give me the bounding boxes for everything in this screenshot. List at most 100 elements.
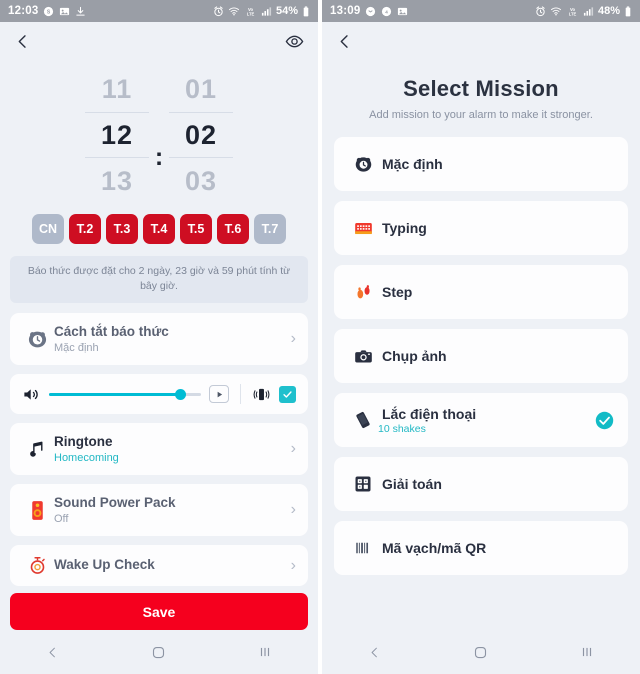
- mission-typing-label: Typing: [382, 220, 427, 236]
- mission-typing-text: Typing: [378, 220, 427, 236]
- row-spp-sub: Off: [54, 513, 69, 526]
- day-chip-t5[interactable]: T.5: [180, 214, 212, 244]
- row-ringtone-title: Ringtone: [54, 434, 113, 450]
- day-chip-cn[interactable]: CN: [32, 214, 64, 244]
- shake-phone-icon: [348, 410, 378, 430]
- row-sound-power-pack[interactable]: Sound Power Pack Off ›: [10, 484, 308, 537]
- minute-prev[interactable]: 01: [169, 66, 233, 112]
- minute-wheel[interactable]: 01 02 03: [169, 66, 233, 204]
- page-title: Select Mission: [403, 76, 559, 101]
- row-ringtone[interactable]: Ringtone Homecoming ›: [10, 423, 308, 476]
- alarm-info-banner: Báo thức được đặt cho 2 ngày, 23 giờ và …: [10, 256, 308, 304]
- row-wake-up-check[interactable]: Wake Up Check ›: [10, 545, 308, 587]
- minute-selected[interactable]: 02: [169, 112, 233, 158]
- row-wuc-title: Wake Up Check: [54, 557, 155, 573]
- nav-back-icon[interactable]: [46, 646, 59, 659]
- back-icon[interactable]: [336, 33, 353, 50]
- select-mission-screen: 13:09 4 Vo LTE 48% Select Mission Add mi…: [322, 0, 640, 674]
- footsteps-icon: [348, 283, 378, 302]
- barcode-icon: [348, 539, 378, 557]
- row-dismiss-method[interactable]: Cách tắt báo thức Mặc định ›: [10, 313, 308, 366]
- day-chip-t7[interactable]: T.7: [254, 214, 286, 244]
- nav-recents-icon[interactable]: [258, 645, 272, 659]
- wifi-icon: [550, 6, 562, 17]
- day-chip-t3[interactable]: T.3: [106, 214, 138, 244]
- android-nav-bar-right: [322, 630, 640, 674]
- mission-math-text: Giải toán: [378, 476, 442, 492]
- status-time: 12:03: [8, 5, 39, 17]
- hour-wheel[interactable]: 11 12 13: [85, 66, 149, 204]
- volume-row: [10, 374, 308, 415]
- status-time: 13:09: [330, 5, 361, 17]
- minute-next[interactable]: 03: [169, 158, 233, 204]
- vibrate-icon[interactable]: [252, 386, 271, 403]
- time-separator: :: [154, 142, 164, 171]
- status-bar-left: 12:03 S Vo LTE 54%: [0, 0, 318, 22]
- volume-icon[interactable]: [22, 385, 41, 404]
- chevron-right-icon[interactable]: ›: [285, 501, 296, 519]
- row-spp-text: Sound Power Pack Off: [52, 495, 285, 525]
- mission-barcode-text: Mã vạch/mã QR: [378, 540, 486, 556]
- play-icon[interactable]: [209, 385, 229, 404]
- dual-screenshot: 12:03 S Vo LTE 54% 11 12 13: 01 02 03 C…: [0, 0, 640, 674]
- app-bar-left: [0, 22, 318, 60]
- time-picker[interactable]: 11 12 13 : 01 02 03: [0, 66, 318, 204]
- chevron-right-icon[interactable]: ›: [285, 557, 296, 575]
- status-bar-right: 13:09 4 Vo LTE 48%: [322, 0, 640, 22]
- mission-item-math[interactable]: Giải toán: [334, 457, 628, 511]
- save-bar: Save: [0, 593, 318, 630]
- chevron-right-icon[interactable]: ›: [285, 330, 296, 348]
- speaker-icon: [22, 500, 52, 521]
- time-separator-wrap: :: [149, 97, 169, 174]
- mission-item-shake[interactable]: Lắc điện thoại 10 shakes: [334, 393, 628, 447]
- stopwatch-icon: [22, 556, 52, 575]
- mission-item-default[interactable]: Mặc định: [334, 137, 628, 191]
- svg-text:LTE: LTE: [247, 11, 255, 16]
- day-chip-t6[interactable]: T.6: [217, 214, 249, 244]
- nav-back-icon[interactable]: [368, 646, 381, 659]
- mission-item-typing[interactable]: Typing: [334, 201, 628, 255]
- back-icon[interactable]: [14, 33, 31, 50]
- nav-home-icon[interactable]: [473, 645, 488, 660]
- mission-item-barcode[interactable]: Mã vạch/mã QR: [334, 521, 628, 575]
- row-dismiss-text: Cách tắt báo thức Mặc định: [52, 324, 285, 354]
- selected-check-icon[interactable]: [595, 411, 614, 430]
- alarm-clock-icon: [348, 155, 378, 174]
- mission-barcode-label: Mã vạch/mã QR: [382, 540, 487, 556]
- day-chip-t2[interactable]: T.2: [69, 214, 101, 244]
- mission-step-text: Step: [378, 284, 412, 300]
- chevron-right-icon[interactable]: ›: [285, 440, 296, 458]
- day-chip-t4[interactable]: T.4: [143, 214, 175, 244]
- email-icon: 4: [381, 6, 392, 17]
- volume-slider-knob[interactable]: [174, 388, 186, 400]
- alarm-clock-icon: [22, 329, 52, 350]
- signal-icon: [583, 6, 594, 17]
- row-spp-title: Sound Power Pack: [54, 495, 176, 511]
- nav-recents-icon[interactable]: [580, 645, 594, 659]
- volume-slider[interactable]: [49, 388, 201, 400]
- vibrate-checkbox[interactable]: [279, 385, 296, 403]
- download-icon: [75, 6, 86, 17]
- lte-icon: Vo LTE: [566, 6, 579, 17]
- alarm-icon: [213, 5, 224, 17]
- save-button[interactable]: Save: [10, 593, 308, 630]
- battery-icon: [624, 5, 632, 17]
- nav-home-icon[interactable]: [151, 645, 166, 660]
- row-ringtone-text: Ringtone Homecoming: [52, 434, 285, 464]
- hour-selected[interactable]: 12: [85, 112, 149, 158]
- hour-prev[interactable]: 11: [85, 66, 149, 112]
- row-wuc-text: Wake Up Check: [52, 557, 285, 574]
- keyboard-icon: [348, 219, 378, 238]
- preview-eye-icon[interactable]: [285, 32, 304, 51]
- mission-item-step[interactable]: Step: [334, 265, 628, 319]
- mission-item-photo[interactable]: Chụp ảnh: [334, 329, 628, 383]
- hour-next[interactable]: 13: [85, 158, 149, 204]
- svg-text:LTE: LTE: [569, 11, 577, 16]
- mission-shake-label: Lắc điện thoại: [382, 405, 477, 422]
- wifi-icon: [228, 6, 240, 17]
- separator-pad-top: [149, 97, 169, 143]
- row-ringtone-sub: Homecoming: [54, 452, 119, 465]
- messaging-icon: S: [43, 6, 54, 17]
- mission-shake-sub: 10 shakes: [378, 422, 426, 435]
- battery-icon: [302, 5, 310, 17]
